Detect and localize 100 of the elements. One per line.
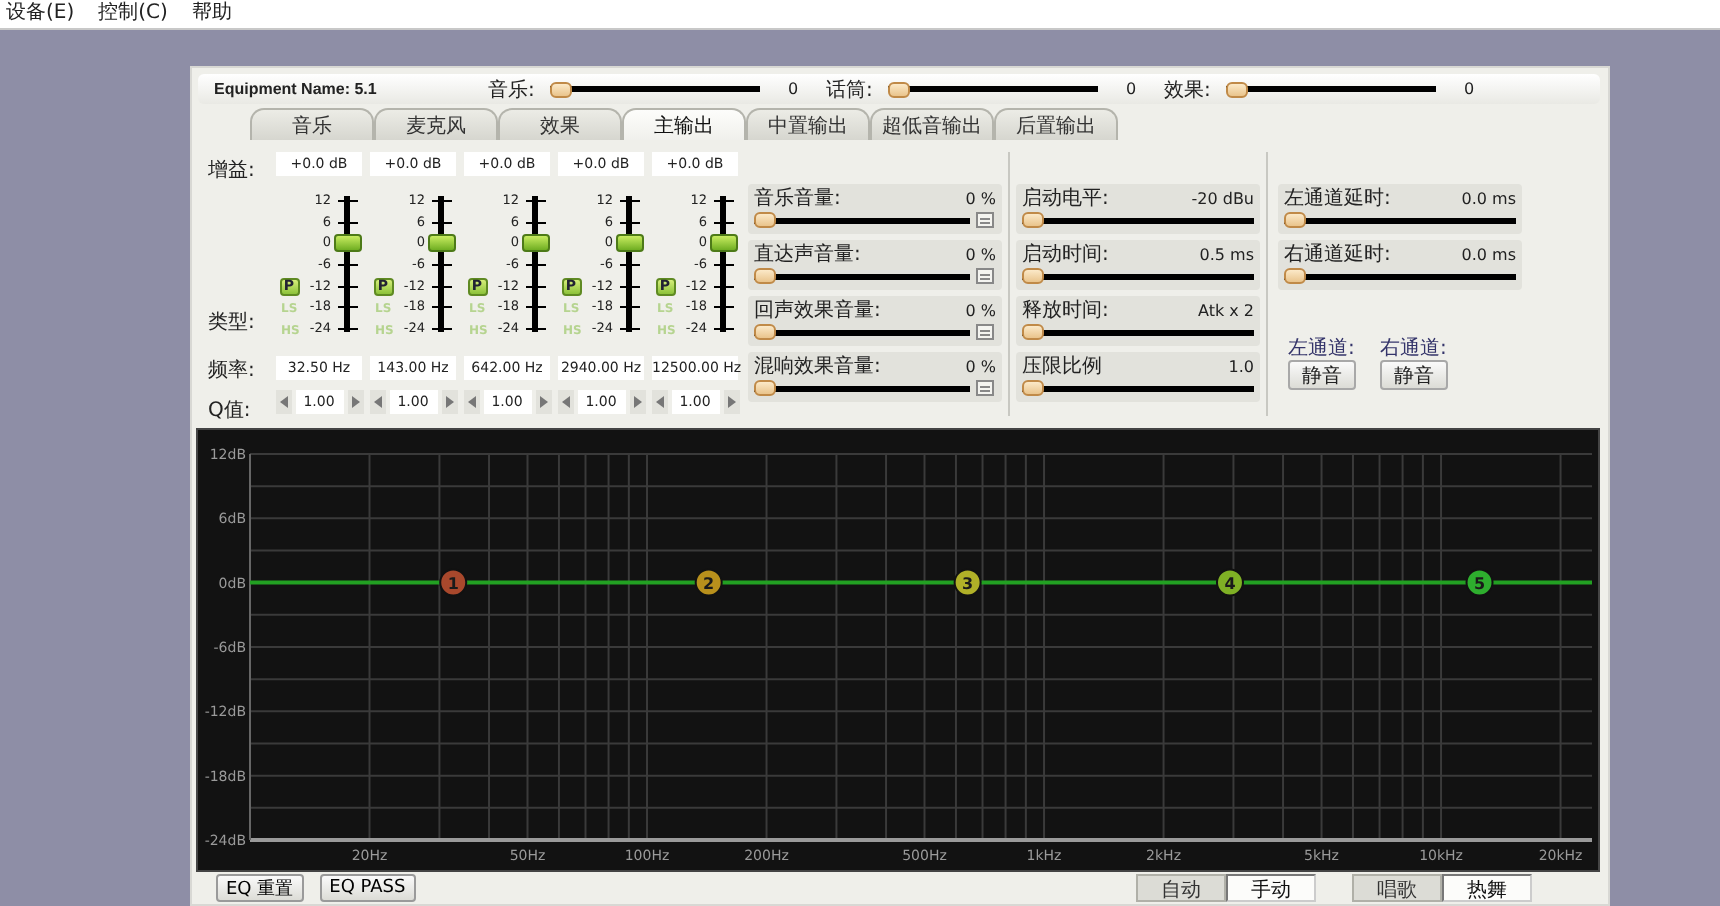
- slider-thumb[interactable]: [1022, 324, 1044, 341]
- increase-button[interactable]: [723, 390, 739, 415]
- mute-button[interactable]: 静音: [1288, 360, 1356, 391]
- decrease-button[interactable]: [275, 390, 291, 415]
- equals-icon[interactable]: [976, 212, 994, 229]
- slider-track[interactable]: [1226, 79, 1436, 100]
- slider-label: 释放时间:: [1022, 297, 1109, 325]
- right-triangle-icon: [633, 396, 641, 409]
- slider-label: 启动时间:: [1022, 241, 1109, 269]
- tab[interactable]: 超低音输出: [870, 108, 994, 141]
- slider-thumb[interactable]: [888, 81, 910, 98]
- slider-thumb[interactable]: [1226, 81, 1248, 98]
- slider-label: 混响效果音量:: [754, 353, 881, 381]
- decrease-button[interactable]: [369, 390, 385, 415]
- tab[interactable]: 后置输出: [994, 108, 1118, 141]
- slider-track[interactable]: [754, 210, 970, 231]
- equals-icon[interactable]: [976, 268, 994, 285]
- mute-button[interactable]: 静音: [1380, 360, 1448, 391]
- slider-reading: 0 %: [965, 357, 996, 376]
- slider-thumb[interactable]: [1022, 212, 1044, 229]
- slider-thumb[interactable]: [754, 268, 776, 285]
- slider-label: 启动电平:: [1022, 185, 1109, 213]
- right-triangle-icon: [351, 396, 359, 409]
- slider-thumb[interactable]: [550, 81, 572, 98]
- row-label: 增益:: [208, 158, 257, 185]
- channel-label: 右通道:: [1380, 338, 1447, 361]
- style-tab[interactable]: 热舞: [1442, 874, 1532, 903]
- slider-track[interactable]: [1284, 266, 1516, 287]
- eq-node[interactable]: 5: [1465, 568, 1494, 597]
- slider-reading: -20 dBu: [1191, 189, 1254, 208]
- fader-thumb[interactable]: [427, 233, 455, 252]
- reset-button[interactable]: EQ 重置: [216, 874, 304, 903]
- slider-track[interactable]: [1284, 210, 1516, 231]
- tab[interactable]: 效果: [498, 108, 622, 141]
- menu-item[interactable]: 控制(C): [96, 2, 170, 26]
- row-label: 类型:: [208, 309, 257, 337]
- slider-thumb[interactable]: [1284, 268, 1306, 285]
- slider-track[interactable]: [1022, 378, 1254, 399]
- pass-button[interactable]: EQ PASS: [319, 874, 416, 903]
- tab[interactable]: 中置输出: [746, 108, 870, 141]
- slider-track[interactable]: [888, 79, 1098, 100]
- mode-tab[interactable]: 手动: [1226, 874, 1316, 903]
- tab[interactable]: 主输出: [622, 108, 746, 141]
- slider-label: 左通道延时:: [1284, 185, 1391, 213]
- decrease-button[interactable]: [651, 390, 667, 415]
- slider-track[interactable]: [754, 378, 970, 399]
- fader-thumb[interactable]: [521, 233, 549, 252]
- eq-node[interactable]: 4: [1215, 568, 1244, 597]
- row-label: 频率:: [208, 357, 257, 385]
- slider-label: 压限比例: [1022, 353, 1102, 381]
- slider-label: 回声效果音量:: [754, 297, 881, 325]
- decrease-button[interactable]: [463, 390, 479, 415]
- slider-label: 效果:: [1164, 77, 1213, 104]
- style-tab[interactable]: 唱歌: [1352, 874, 1442, 903]
- equals-icon[interactable]: [976, 324, 994, 341]
- fader-thumb[interactable]: [615, 233, 643, 252]
- slider-thumb[interactable]: [1284, 212, 1306, 229]
- tab[interactable]: 麦克风: [374, 108, 498, 141]
- fader-thumb[interactable]: [709, 233, 737, 252]
- equipment-name: Equipment Name: 5.1: [214, 80, 379, 99]
- left-triangle-icon: [373, 396, 381, 409]
- slider-thumb[interactable]: [1022, 380, 1044, 397]
- right-triangle-icon: [445, 396, 453, 409]
- fader-thumb[interactable]: [333, 233, 361, 252]
- increase-button[interactable]: [535, 390, 551, 415]
- slider-reading: 0.0 ms: [1461, 189, 1516, 208]
- slider-reading: 0: [1461, 80, 1477, 99]
- slider-track[interactable]: [1022, 210, 1254, 231]
- slider-track[interactable]: [1022, 266, 1254, 287]
- slider-reading: 1.0: [1228, 357, 1254, 376]
- mode-tab[interactable]: 自动: [1136, 874, 1226, 903]
- increase-button[interactable]: [629, 390, 645, 415]
- slider-track[interactable]: [754, 322, 970, 343]
- increase-button[interactable]: [441, 390, 457, 415]
- slider-thumb[interactable]: [754, 324, 776, 341]
- equals-icon[interactable]: [976, 380, 994, 397]
- menu-item[interactable]: 帮助: [189, 2, 234, 26]
- slider-reading: 0 %: [965, 301, 996, 320]
- increase-button[interactable]: [347, 390, 363, 415]
- slider-reading: 0 %: [965, 189, 996, 208]
- right-triangle-icon: [727, 396, 735, 409]
- slider-thumb[interactable]: [754, 380, 776, 397]
- slider-label: 右通道延时:: [1284, 241, 1391, 269]
- eq-node[interactable]: 2: [694, 568, 723, 597]
- slider-thumb[interactable]: [754, 212, 776, 229]
- slider-reading: Atk x 2: [1197, 301, 1254, 320]
- slider-reading: 0 %: [965, 245, 996, 264]
- left-triangle-icon: [655, 396, 663, 409]
- right-triangle-icon: [539, 396, 547, 409]
- slider-track[interactable]: [754, 266, 970, 287]
- slider-reading: 0: [1123, 80, 1139, 99]
- slider-reading: 0.0 ms: [1461, 245, 1516, 264]
- slider-thumb[interactable]: [1022, 268, 1044, 285]
- slider-reading: 0: [785, 80, 801, 99]
- slider-track[interactable]: [1022, 322, 1254, 343]
- decrease-button[interactable]: [557, 390, 573, 415]
- tab[interactable]: 音乐: [250, 108, 374, 141]
- eq-node[interactable]: 3: [953, 568, 982, 597]
- menu-item[interactable]: 设备(E): [4, 2, 77, 26]
- slider-track[interactable]: [550, 79, 760, 100]
